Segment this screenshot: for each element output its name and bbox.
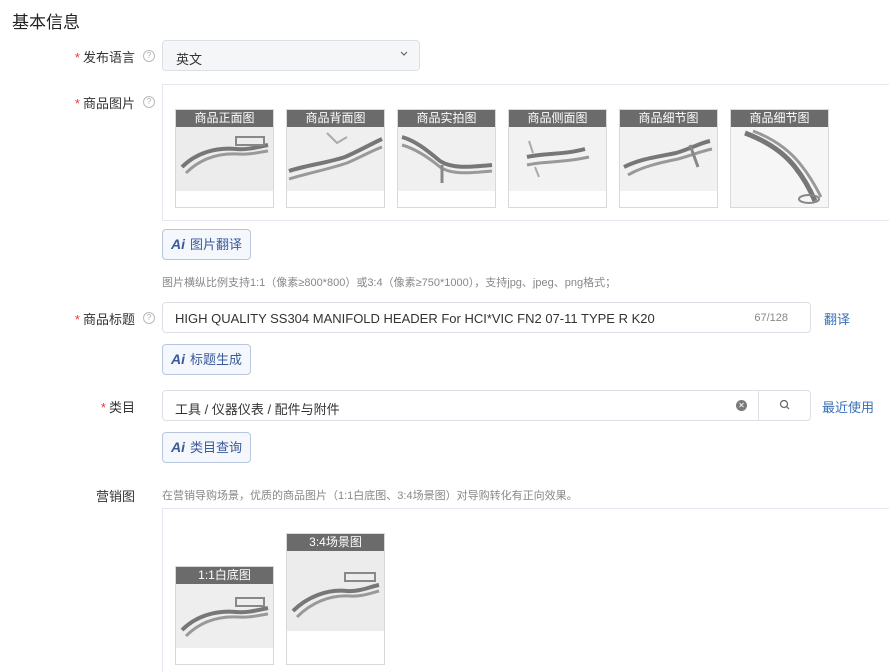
translate-link[interactable]: 翻译 xyxy=(824,309,850,328)
thumb-caption: 商品实拍图 xyxy=(398,110,495,127)
category-query-label: 类目查询 xyxy=(190,440,243,455)
product-image-thumb[interactable]: 商品正面图 xyxy=(175,109,274,208)
required-mark: * xyxy=(74,50,80,65)
thumb-caption: 3:4场景图 xyxy=(287,534,384,551)
marketing-image-thumb[interactable]: 3:4场景图 xyxy=(286,533,385,665)
title-generate-button[interactable]: Ai 标题生成 xyxy=(162,344,252,375)
recent-used-link[interactable]: 最近使用 xyxy=(822,397,874,416)
thumb-caption: 商品正面图 xyxy=(176,110,273,127)
product-photo xyxy=(620,127,717,191)
ai-icon: Ai xyxy=(171,351,185,367)
thumb-caption: 商品细节图 xyxy=(731,110,828,127)
thumb-caption: 商品背面图 xyxy=(287,110,384,127)
title-input-value: HIGH QUALITY SS304 MANIFOLD HEADER For H… xyxy=(175,311,655,326)
images-label-text: 商品图片 xyxy=(82,96,135,111)
product-image-thumb[interactable]: 商品侧面图 xyxy=(508,109,607,208)
image-format-hint: 图片横纵比例支持1:1（像素≥800*800）或3:4（像素≥750*1000）… xyxy=(162,277,617,289)
title-char-counter: 67/128 xyxy=(754,312,788,324)
title-label: * 商品标题 xyxy=(75,309,135,328)
clear-circle-icon[interactable]: ✕ xyxy=(736,400,747,411)
chevron-down-icon xyxy=(400,51,408,56)
image-translate-label: 图片翻译 xyxy=(190,237,243,252)
title-label-text: 商品标题 xyxy=(82,312,135,327)
category-label: * 类目 xyxy=(101,397,135,416)
thumb-caption: 1:1白底图 xyxy=(176,567,273,584)
marketing-hint: 在营销导购场景，优质的商品图片（1:1白底图、3:4场景图）对导购转化有正向效果… xyxy=(162,490,578,502)
product-photo xyxy=(398,127,495,191)
question-circle-icon[interactable]: ? xyxy=(143,50,155,62)
product-photo xyxy=(176,127,273,191)
title-input[interactable]: HIGH QUALITY SS304 MANIFOLD HEADER For H… xyxy=(162,302,811,333)
language-label-text: 发布语言 xyxy=(82,50,135,65)
language-label: * 发布语言 xyxy=(75,47,135,66)
question-circle-icon[interactable]: ? xyxy=(143,312,155,324)
question-circle-icon[interactable]: ? xyxy=(143,96,155,108)
image-translate-button[interactable]: Ai 图片翻译 xyxy=(162,229,252,260)
product-image-thumb[interactable]: 商品背面图 xyxy=(286,109,385,208)
product-photo xyxy=(287,551,384,631)
thumb-caption: 商品细节图 xyxy=(620,110,717,127)
language-select-value: 英文 xyxy=(176,52,203,67)
product-image-thumb[interactable]: 商品实拍图 xyxy=(397,109,496,208)
images-label: * 商品图片 xyxy=(75,93,135,112)
required-mark: * xyxy=(74,312,80,327)
language-select[interactable]: 英文 xyxy=(162,40,420,71)
product-photo xyxy=(731,127,828,207)
section-title: 基本信息 xyxy=(12,13,80,32)
product-image-thumb[interactable]: 商品细节图 xyxy=(619,109,718,208)
category-input[interactable]: 工具 / 仪器仪表 / 配件与附件 xyxy=(162,390,759,421)
thumb-caption: 商品侧面图 xyxy=(509,110,606,127)
category-search-button[interactable] xyxy=(758,390,811,421)
category-query-button[interactable]: Ai 类目查询 xyxy=(162,432,252,463)
product-image-thumb[interactable]: 商品细节图 xyxy=(730,109,829,208)
category-input-value: 工具 / 仪器仪表 / 配件与附件 xyxy=(175,402,340,417)
search-icon xyxy=(779,399,790,410)
product-photo xyxy=(287,127,384,191)
category-label-text: 类目 xyxy=(108,400,135,415)
ai-icon: Ai xyxy=(171,439,185,455)
marketing-label: 营销图 xyxy=(95,489,135,504)
product-photo xyxy=(176,584,273,648)
ai-icon: Ai xyxy=(171,236,185,252)
required-mark: * xyxy=(74,96,80,111)
product-photo xyxy=(509,127,606,191)
required-mark: * xyxy=(100,400,106,415)
marketing-image-thumb[interactable]: 1:1白底图 xyxy=(175,566,274,665)
title-generate-label: 标题生成 xyxy=(190,352,243,367)
